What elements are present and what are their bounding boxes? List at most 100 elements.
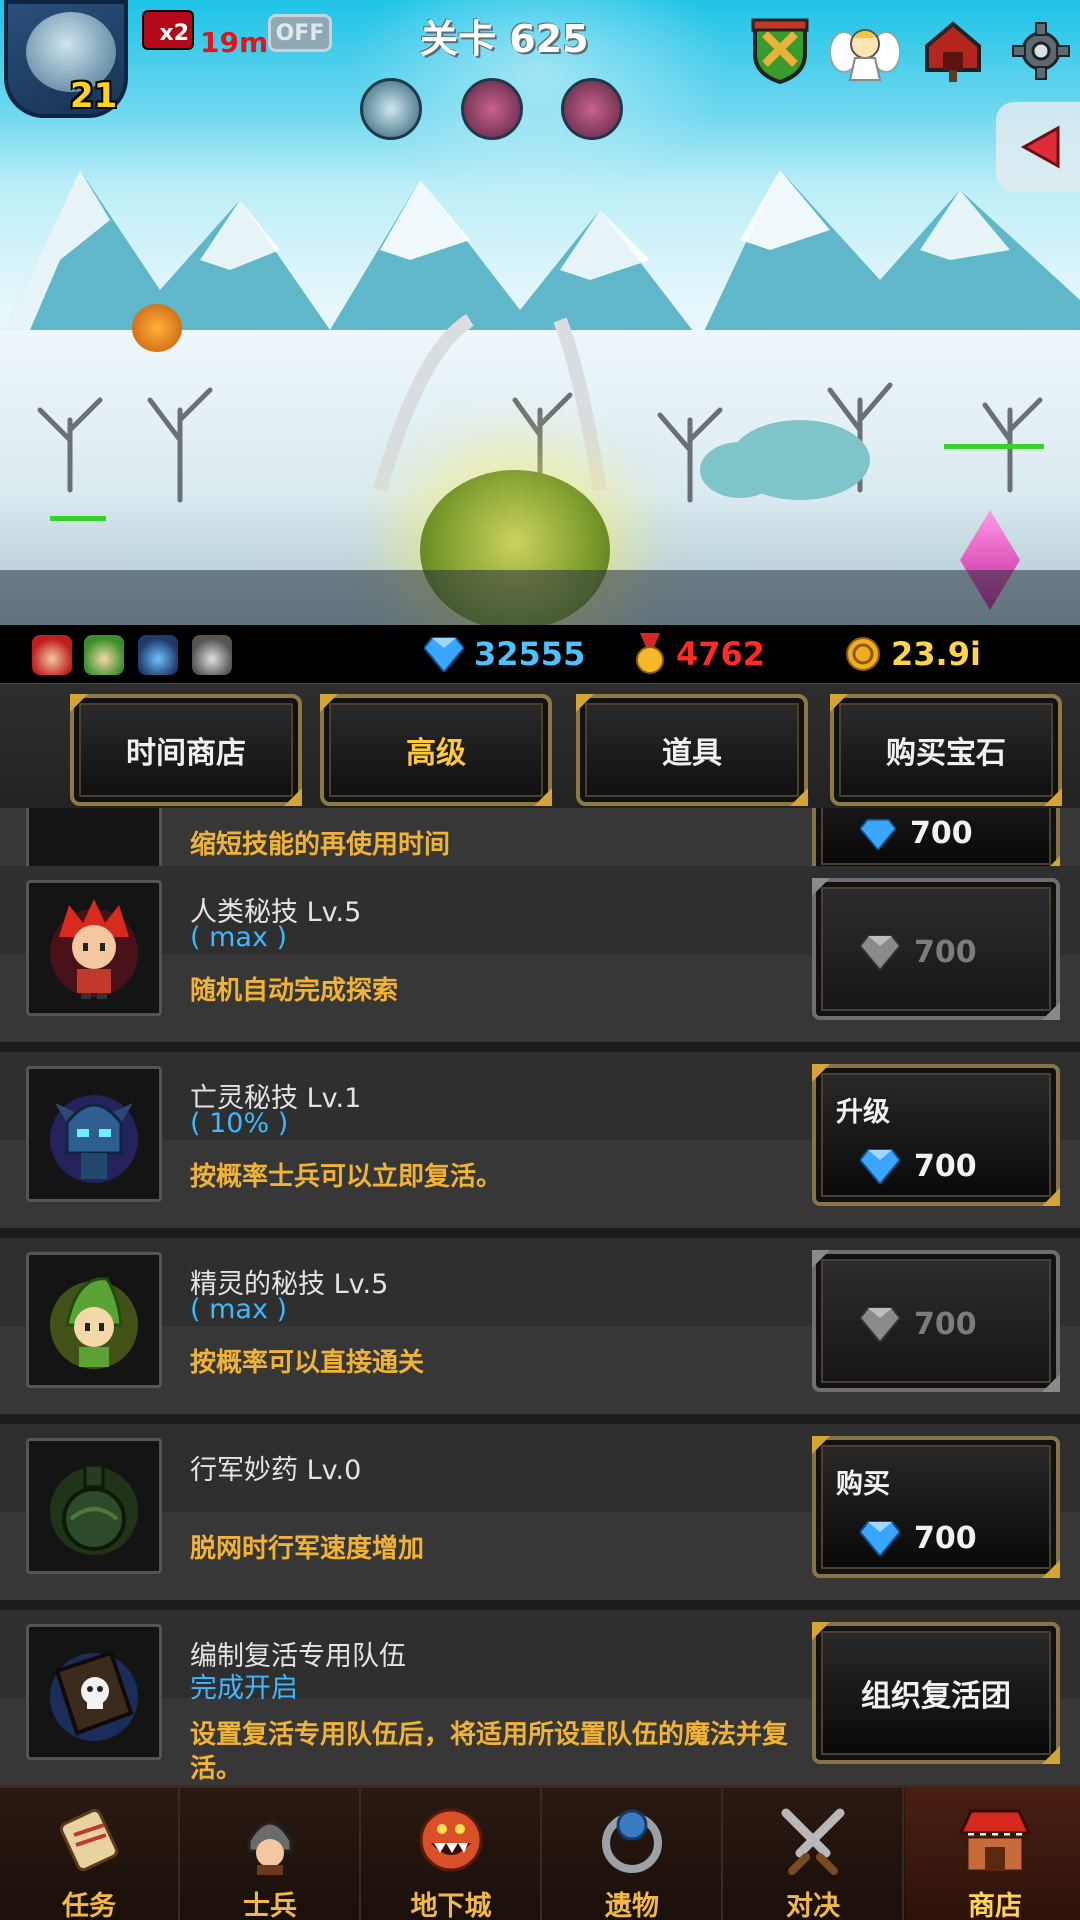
demon-buff-icon[interactable]	[461, 78, 523, 140]
item-description: 按概率士兵可以立即复活。	[190, 1162, 503, 1192]
button-label: 升级	[836, 1097, 890, 1128]
swords-icon	[773, 1800, 853, 1880]
shop-tabs: 时间商店 高级 道具 购买宝石	[0, 683, 1080, 808]
undead-upgrade-button[interactable]: 升级 700	[812, 1064, 1060, 1206]
arrow-left-icon	[1020, 125, 1060, 169]
price-tag: 700	[860, 1148, 977, 1184]
skull-book-icon	[50, 1650, 138, 1741]
speed-label: x2	[159, 21, 190, 46]
stage-title: 关卡 625	[420, 17, 589, 61]
angel-icon[interactable]	[830, 16, 900, 86]
gem-icon	[424, 637, 464, 672]
nav-battle[interactable]: 对决	[724, 1788, 904, 1920]
tab-time-shop[interactable]: 时间商店	[70, 694, 302, 806]
price-amount: 700	[910, 816, 973, 851]
settings-gear-icon[interactable]	[1006, 16, 1076, 86]
speed-boost-badge[interactable]: x2	[142, 10, 194, 50]
scroll-icon	[49, 1800, 129, 1880]
gem-icon	[860, 1521, 900, 1556]
gem-icon-disabled	[860, 1307, 900, 1342]
gold-counter[interactable]: 23.9i	[845, 631, 981, 677]
item-thumbnail	[26, 1624, 162, 1760]
item-buy-button[interactable]: 700	[812, 808, 1060, 874]
nav-dungeon[interactable]: 地下城	[362, 1788, 542, 1920]
tab-premium[interactable]: 高级	[320, 694, 552, 806]
price-amount: 700	[914, 1148, 977, 1184]
relic-icon	[592, 1800, 672, 1880]
item-thumbnail	[26, 1252, 162, 1388]
game-scene: 21 x2 19m OFF 关卡 625	[0, 0, 1080, 625]
crystal-hp-bar	[944, 444, 1044, 449]
dungeon-icon	[411, 1800, 491, 1880]
price-amount: 700	[914, 1520, 977, 1556]
nav-label: 商店	[968, 1891, 1022, 1920]
potion-bottle-icon	[50, 1463, 138, 1555]
shop-item-list[interactable]: 缩短技能的再使用时间 700 人类秘技 Lv.5 ( max ) 随机自动完成探…	[0, 808, 1080, 1785]
elf-character-icon	[50, 1277, 138, 1369]
item-level-status: ( max )	[190, 1294, 288, 1325]
mailbox-icon[interactable]	[918, 16, 988, 86]
human-secret-maxed-button[interactable]: 700	[812, 878, 1060, 1020]
nav-label: 对决	[786, 1891, 840, 1920]
price-tag: 700	[860, 934, 977, 970]
item-title: 行军妙药 Lv.0	[190, 1455, 362, 1486]
tab-items[interactable]: 道具	[576, 694, 808, 806]
human-hero-icon[interactable]	[32, 635, 72, 675]
lightning-buff-icon[interactable]	[360, 78, 422, 140]
button-label: 组织复活团	[861, 1679, 1011, 1714]
item-description: 随机自动完成探索	[190, 976, 399, 1006]
bottom-navigation: 任务 士兵 地下城 遗物 对决 商店	[0, 1785, 1080, 1920]
item-thumbnail	[26, 808, 162, 870]
nav-shop[interactable]: 商店	[905, 1788, 1080, 1920]
price-amount: 700	[914, 934, 977, 970]
list-item: 精灵的秘技 Lv.5 ( max ) 按概率可以直接通关 700	[0, 1238, 1080, 1414]
list-item: 人类秘技 Lv.5 ( max ) 随机自动完成探索 700	[0, 866, 1080, 1042]
demon-buff-icon-2[interactable]	[561, 78, 623, 140]
gem-icon	[860, 818, 896, 850]
price-amount: 700	[914, 1306, 977, 1342]
nav-quests[interactable]: 任务	[0, 1788, 180, 1920]
nav-label: 士兵	[243, 1891, 297, 1920]
item-description: 缩短技能的再使用时间	[190, 830, 451, 860]
speed-time-remaining: 19m	[200, 26, 269, 59]
medal-amount: 4762	[676, 635, 766, 673]
nav-label: 地下城	[410, 1891, 492, 1920]
list-item: 编制复活专用队伍 完成开启 设置复活专用队伍后，将适用所设置队伍的魔法并复活。 …	[0, 1610, 1080, 1785]
list-item: 亡灵秘技 Lv.1 ( 10% ) 按概率士兵可以立即复活。 升级 700	[0, 1052, 1080, 1228]
nav-relics[interactable]: 遗物	[543, 1788, 723, 1920]
item-level-status: ( 10% )	[190, 1108, 289, 1139]
potion-buy-button[interactable]: 购买 700	[812, 1436, 1060, 1578]
guild-shield-icon[interactable]	[745, 16, 815, 86]
organize-revive-team-button[interactable]: 组织复活团	[812, 1622, 1060, 1764]
price-tag: 700	[860, 816, 973, 851]
medal-counter[interactable]: 4762	[634, 631, 765, 677]
item-thumbnail	[26, 1438, 162, 1574]
item-level-status: 完成开启	[190, 1673, 298, 1704]
elf-secret-maxed-button[interactable]: 700	[812, 1250, 1060, 1392]
auto-toggle[interactable]: OFF	[268, 14, 332, 52]
undead-hero-icon[interactable]	[138, 635, 178, 675]
tab-buy-gems[interactable]: 购买宝石	[830, 694, 1062, 806]
gold-amount: 23.9i	[891, 635, 981, 673]
item-description: 按概率可以直接通关	[190, 1348, 425, 1378]
resource-bar: 32555 4762 23.9i	[0, 625, 1080, 683]
gem-icon-disabled	[860, 935, 900, 970]
nav-soldiers[interactable]: 士兵	[181, 1788, 361, 1920]
hero-level: 21	[70, 76, 118, 116]
item-thumbnail	[26, 880, 162, 1016]
gem-counter[interactable]: 32555	[424, 631, 585, 677]
button-label: 购买	[836, 1469, 890, 1500]
nav-label: 任务	[62, 1891, 116, 1920]
enemy-hp-bar	[50, 516, 106, 521]
item-description: 设置复活专用队伍后，将适用所设置队伍的魔法并复活。	[190, 1720, 789, 1784]
item-level-status: ( max )	[190, 922, 288, 953]
item-thumbnail	[26, 1066, 162, 1202]
gem-amount: 32555	[474, 635, 586, 673]
undead-helmet-icon	[50, 1095, 138, 1183]
price-tag: 700	[860, 1520, 977, 1556]
side-panel-toggle[interactable]	[996, 102, 1080, 192]
price-tag: 700	[860, 1306, 977, 1342]
elf-hero-icon[interactable]	[84, 635, 124, 675]
robot-hero-icon[interactable]	[192, 635, 232, 675]
soldier-icon	[230, 1800, 310, 1880]
